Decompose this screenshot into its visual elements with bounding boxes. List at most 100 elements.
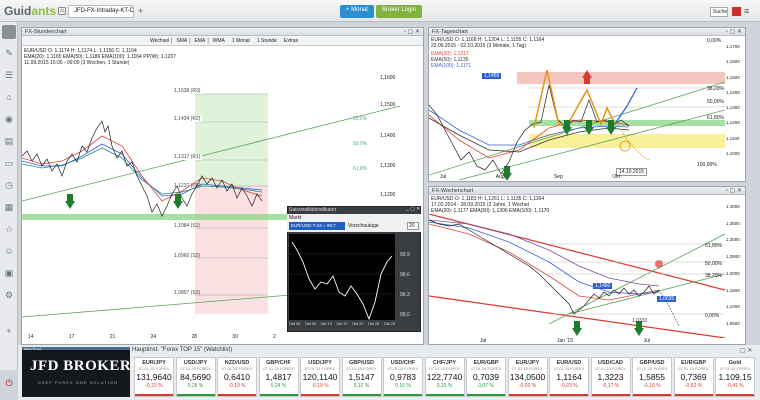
x-tick: 17 [68,334,75,340]
y-tick: 1,1600 [726,59,740,65]
pencil-icon[interactable]: ✎ [4,48,14,58]
watchlist-tile[interactable]: NZD/USD 07.01.15 FOREX 0,6410 -0,19 % [217,357,257,397]
star-icon[interactable]: ☆ [4,224,14,234]
search-input[interactable]: Suche [710,7,728,17]
watchlist-tile[interactable]: GBP/USD 07.01.15 FOREX 1,5147 0,12 % [341,357,382,397]
toolbar-item[interactable]: 1 Stunde [257,38,277,44]
eye-icon[interactable]: ◉ [4,114,14,124]
window-controls[interactable]: ▫ ▢ ✕ [726,28,742,36]
toolbar-item[interactable]: 1 Monat [232,38,250,44]
chart-icon[interactable]: ▤ [4,136,14,146]
y-tick: 1,1400 [380,133,396,139]
date-label: 14.10.2015 [616,168,648,176]
change-bar [716,394,754,396]
watchlist-tile[interactable]: Gold 07.01.15 FOREX 1.109,15 -0,41 % [715,357,755,397]
change-bar [508,394,547,396]
add-icon[interactable]: + [4,326,14,336]
tab-workspace[interactable]: JFD-FX-Intraday-KT-D-W [68,5,134,18]
broker-login-button[interactable]: Broker Login [376,5,423,18]
brand-name: JFD BROKERS [30,358,141,374]
instrument-source: 07.01.15 FOREX [470,366,502,371]
news-icon[interactable]: ▣ [4,268,14,278]
list-icon[interactable]: ☰ [4,70,14,80]
toolbar-item[interactable]: WMA [213,38,225,44]
toolbar-item[interactable]: EMA [195,38,206,44]
folder-icon[interactable]: ▭ [4,158,14,168]
instrument-price: 0,9783 [390,372,416,382]
watchlist-tile[interactable]: EUR/JPY 07.01.15 FOREX 134,0500 -0,03 % [507,357,548,397]
add-tab-icon[interactable]: + [138,6,143,16]
instrument-source: 07.01.15 FOREX [553,366,585,371]
watchlist-tile[interactable]: CHF/JPY 07.01.15 FOREX 122,7740 0,33 % [424,357,465,397]
change-bar [176,394,215,396]
fib-pct-label: 23,6% [353,116,368,122]
pivot-label: 1,0857 (S3) [174,290,201,296]
y-tick: 1,0500 [726,320,740,326]
flag-icon[interactable] [732,7,741,16]
symbol-select[interactable]: EUR/USD-T-22 = 99,7 [289,222,345,230]
watchlist-tile[interactable]: USD/JPY 07.01.15 FOREX 84,5690 0,28 % [175,357,216,397]
instrument-price: 1,1164 [556,372,582,382]
change-bar [342,394,381,396]
instrument-price: 122,7740 [426,372,463,382]
x-tick: 14 [28,334,34,340]
clock-icon[interactable]: ◷ [4,180,14,190]
watchlist-tile[interactable]: EUR/JPY 07.01.15 FOREX 131,9640 -0,23 % [134,357,174,397]
instrument-change: -0,03 % [518,383,537,389]
fib-pct-label: 0,00% [707,38,722,44]
watchlist-tile[interactable]: USD/CAD 07.01.15 FOREX 1,3223 -0,17 % [590,357,631,397]
instrument-source: 07.01.15 FOREX [221,366,253,371]
window-controls[interactable]: ▫ ▢ ✕ [726,187,742,195]
monat-button[interactable]: + Monat [340,5,374,18]
daily-chart-plot[interactable] [429,70,725,180]
instrument-source: 07.01.15 FOREX [595,366,626,371]
x-tick: 30 [232,334,238,340]
guidants-logo[interactable]: Guidants [4,4,56,18]
toolbar-item[interactable]: SMA [176,38,187,44]
instrument-change: 0,24 % [270,383,287,389]
weekly-chart-plot[interactable] [429,214,725,338]
window-controls[interactable]: _ ▢ ✕ [406,206,420,212]
instrument-change: 0,28 % [187,383,204,389]
watchlist-tile[interactable]: EUR/USD 07.01.15 FOREX 1,1164 -0,23 % [549,357,589,397]
watchlist-tile[interactable]: GBP/USD 07.01.15 FOREX 1,5855 -0,16 % [632,357,672,397]
user-icon[interactable]: ☺ [4,246,14,256]
menu-icon[interactable]: ≡ [744,6,749,16]
pivot-label: 1,1084 (S1) [174,223,201,229]
instrument-source: 07.01.15 FOREX [429,366,460,371]
watchlist-tile[interactable]: USD/CHF 07.01.15 FOREX 0,9783 0,15 % [383,357,423,397]
window-controls[interactable]: ▢ ✕ [740,347,752,354]
price-badge: 1,0635 [657,296,677,302]
y-tick: 1,1400 [726,89,740,95]
window-title: FX-Wochenchart [429,187,745,195]
y-tick: 1,1500 [380,102,396,108]
fib-pct-label: 38,20% [705,273,722,279]
window-controls[interactable]: ▫ ▢ ✕ [404,28,420,36]
watchlist-tile[interactable]: USD/JPY 07.01.15 FOREX 120,1140 -0,19 % [300,357,340,397]
instrument-source: 07.01.15 FOREX [138,366,170,371]
power-icon[interactable]: ⏻ [4,378,14,388]
watchlist-tile[interactable]: GBP/CHF 07.01.15 FOREX 1,4817 0,24 % [258,357,299,397]
price-label: 1,0333 [632,318,648,324]
price-badge: 1,1455 [482,73,502,79]
y-tick: 1,3500 [726,220,740,226]
watchlist-tile[interactable]: EUR/GBP 07.01.15 FOREX 0,7369 -0,62 % [673,357,714,397]
avatar[interactable] [2,25,16,39]
home-icon[interactable]: ⌂ [58,7,66,15]
toolbar-item[interactable]: Wechsel [150,38,169,44]
x-tick: 21 [109,334,116,340]
instrument-source: 07.01.15 FOREX [387,366,419,371]
fib-pct-label: 0,00% [705,313,720,319]
window-title: FX-Stundenchart [22,28,423,36]
x-tick: Okt [612,174,620,180]
toolbar-item[interactable]: Extras [284,38,298,44]
x-tick: Jul [440,174,447,180]
home-icon[interactable]: ⌂ [4,92,14,102]
watchlist-tile[interactable]: EUR/GBP 07.01.15 FOREX 0,7039 0,07 % [466,357,506,397]
y-tick: 99,3 [400,292,410,298]
change-bar [135,394,173,396]
settings-icon[interactable]: ⚙ [4,290,14,300]
grid-icon[interactable]: ▦ [4,202,14,212]
instrument-price: 0,6410 [224,372,250,382]
days-input[interactable]: 20 [407,222,419,230]
